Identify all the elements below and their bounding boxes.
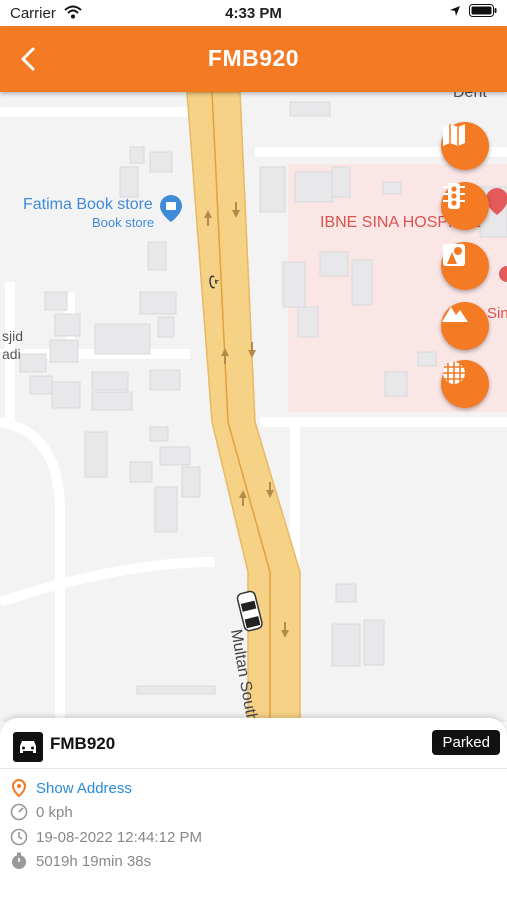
grid-button[interactable] [441, 360, 489, 408]
show-address-label: Show Address [36, 779, 132, 797]
vehicle-info-sheet: FMB920 Parked Show Address 0 kph 19-08-2… [0, 718, 507, 900]
road-label-urdu: ٹ [205, 274, 223, 290]
masjid-label-1: sjid [2, 328, 24, 344]
duration-value: 5019h 19min 38s [36, 852, 152, 870]
terrain-icon [442, 307, 468, 322]
shapes-button[interactable] [441, 242, 489, 290]
bookstore-type: Book store [92, 215, 155, 230]
terrain-button[interactable] [441, 302, 489, 350]
map-canvas[interactable] [0, 92, 507, 722]
divider [0, 768, 507, 769]
battery-icon [469, 4, 497, 21]
app-header: FMB920 [0, 26, 507, 92]
speed-row: 0 kph [10, 802, 73, 822]
grid-icon [443, 362, 465, 384]
speedometer-icon [10, 803, 28, 821]
status-badge: Parked [432, 730, 500, 755]
traffic-light-icon [443, 183, 465, 209]
shapes-icon [443, 244, 465, 266]
timestamp-row: 19-08-2022 12:44:12 PM [10, 827, 202, 847]
map-view[interactable]: Fatima Book store Book store IBNE SINA H… [0, 92, 507, 722]
page-title: FMB920 [207, 45, 300, 71]
hospital-label-2: Sin [487, 305, 507, 322]
duration-row: 5019h 19min 38s [10, 851, 151, 871]
map-type-button[interactable] [441, 122, 489, 170]
poi-label-top: Dent [453, 92, 487, 101]
masjid-label-2: adi [2, 346, 21, 362]
map-icon [443, 124, 465, 146]
vehicle-plate: FMB920 [50, 734, 116, 753]
clock: 4:33 PM [225, 5, 282, 22]
show-address-link[interactable]: Show Address [10, 778, 132, 798]
car-icon [13, 732, 43, 762]
stopwatch-icon [10, 852, 28, 870]
location-arrow-icon [449, 4, 461, 21]
timestamp-value: 19-08-2022 12:44:12 PM [36, 828, 202, 846]
status-bar: Carrier 4:33 PM [0, 0, 507, 26]
traffic-button[interactable] [441, 182, 489, 230]
bookstore-name: Fatima Book store [23, 196, 153, 213]
clock-icon [10, 828, 28, 846]
speed-value: 0 kph [36, 803, 73, 821]
location-pin-icon [10, 779, 28, 797]
